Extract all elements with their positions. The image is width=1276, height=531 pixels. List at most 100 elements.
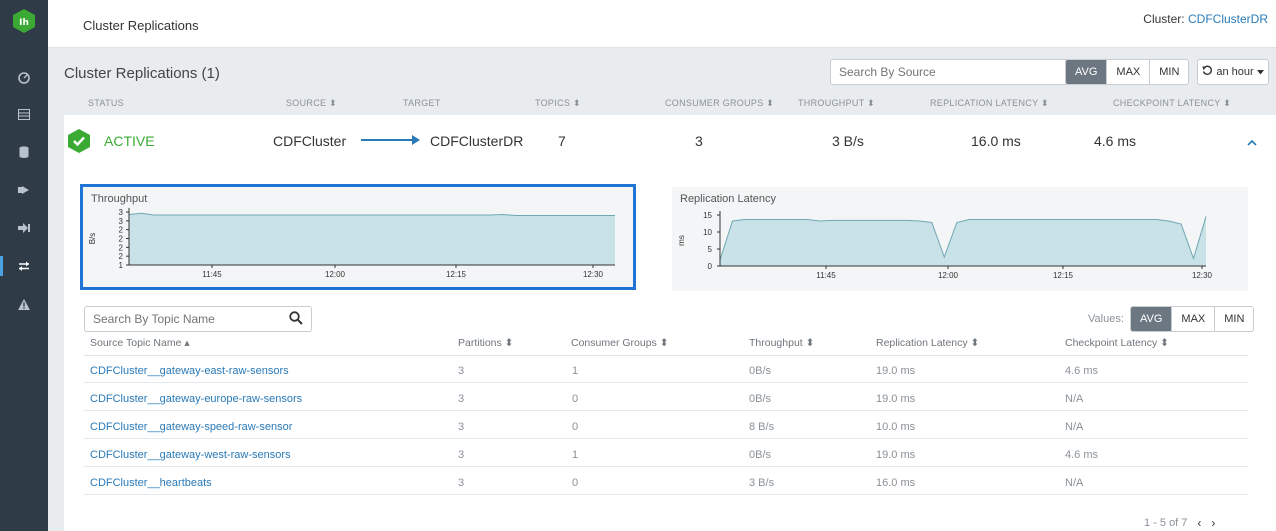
replication-latency-cell: 16.0 ms <box>876 477 916 489</box>
topic-link[interactable]: CDFCluster__heartbeats <box>90 477 212 489</box>
brokers-icon[interactable] <box>12 104 36 124</box>
cluster-label: Cluster: <box>1143 12 1188 26</box>
th-replication-latency[interactable]: Replication Latency ⬍ <box>876 337 979 349</box>
y-tick-label: 10 <box>703 228 712 237</box>
active-nav-marker <box>0 256 3 276</box>
topic-link[interactable]: CDFCluster__gateway-east-raw-sensors <box>90 365 289 377</box>
col-checkpoint-latency[interactable]: CHECKPOINT LATENCY ⬍ <box>1113 98 1231 109</box>
partitions-cell: 3 <box>458 365 465 377</box>
replication-details: Throughput 1 2 2 2 2 3 3 B/s 11:45 12:00 12:15 12:3… <box>64 169 1276 531</box>
values-avg-button[interactable]: AVG <box>1131 307 1172 331</box>
table-header-divider <box>84 355 1248 356</box>
app-logo-icon[interactable]: Ih <box>12 8 36 34</box>
arrow-right-icon <box>412 135 420 145</box>
consumer-groups-cell: 1 <box>572 449 579 461</box>
consumer-groups-cell: 0 <box>572 421 579 433</box>
search-icon[interactable] <box>289 311 303 328</box>
time-range-dropdown[interactable]: an hour <box>1197 59 1269 85</box>
replications-title: Cluster Replications (1) <box>64 65 220 82</box>
time-range-label: an hour <box>1216 66 1254 78</box>
svg-text:Ih: Ih <box>19 18 29 28</box>
mode-avg-button[interactable]: AVG <box>1066 60 1107 84</box>
col-topics[interactable]: TOPICS ⬍ <box>535 98 581 109</box>
x-tick-label: 12:00 <box>938 271 959 280</box>
th-consumer-groups[interactable]: Consumer Groups ⬍ <box>571 337 669 349</box>
sidebar: Ih <box>0 0 48 531</box>
y-tick-label: 0 <box>708 262 713 271</box>
consumer-groups-cell: 1 <box>572 365 579 377</box>
y-tick-label: 1 <box>119 261 124 270</box>
col-source[interactable]: SOURCE ⬍ <box>286 98 337 109</box>
values-label: Values: <box>1088 313 1124 325</box>
consumer-groups-cell: 0 <box>572 393 579 405</box>
replication-latency-chart[interactable]: Replication Latency 0 5 10 15 ms 11:45 12:00 12… <box>672 187 1248 291</box>
topic-link[interactable]: CDFCluster__gateway-west-raw-sensors <box>90 449 291 461</box>
topics-icon[interactable] <box>12 142 36 162</box>
prev-page-icon[interactable]: ‹ <box>1197 516 1201 530</box>
table-row: CDFCluster__gateway-west-raw-sensors 3 1… <box>84 443 1248 467</box>
throughput-chart[interactable]: Throughput 1 2 2 2 2 3 3 B/s 11:45 12:00 12:15 12:3… <box>80 184 636 290</box>
consumer-groups-cell: 0 <box>572 477 579 489</box>
producers-icon[interactable] <box>12 180 36 200</box>
series-area <box>720 216 1206 266</box>
x-tick-label: 12:30 <box>583 270 604 279</box>
target-cluster: CDFClusterDR <box>430 133 524 149</box>
checkpoint-latency-cell: N/A <box>1065 393 1084 405</box>
latency-chart-svg: 0 5 10 15 ms 11:45 12:00 12:15 12:30 <box>677 211 1213 280</box>
cluster-link[interactable]: CDFClusterDR <box>1188 12 1268 26</box>
cluster-replications-icon[interactable] <box>12 256 36 276</box>
col-status: STATUS <box>88 98 124 108</box>
col-replication-latency[interactable]: REPLICATION LATENCY ⬍ <box>930 98 1049 109</box>
th-throughput[interactable]: Throughput ⬍ <box>749 337 814 349</box>
y-tick-label: 2 <box>119 235 124 244</box>
col-target: TARGET <box>403 98 441 108</box>
th-partitions[interactable]: Partitions ⬍ <box>458 337 513 349</box>
partitions-cell: 3 <box>458 449 465 461</box>
x-tick-label: 12:00 <box>325 270 346 279</box>
mode-min-button[interactable]: MIN <box>1149 60 1188 84</box>
replication-latency-cell: 19.0 ms <box>876 449 916 461</box>
throughput-cell: 0B/s <box>749 449 772 461</box>
pagination: 1 - 5 of 7 ‹ › <box>1144 516 1215 530</box>
replication-latency-value: 16.0 ms <box>971 133 1021 149</box>
throughput-cell: 3 B/s <box>749 477 775 489</box>
table-row: CDFCluster__gateway-speed-raw-sensor 3 0… <box>84 415 1248 439</box>
dashboard-icon[interactable] <box>12 68 36 88</box>
topic-link[interactable]: CDFCluster__gateway-speed-raw-sensor <box>90 421 292 433</box>
col-throughput[interactable]: THROUGHPUT ⬍ <box>798 98 875 109</box>
checkpoint-latency-cell: 4.6 ms <box>1065 365 1099 377</box>
replication-arrow <box>361 139 413 141</box>
status-text: ACTIVE <box>104 133 155 149</box>
topic-search[interactable] <box>84 306 312 332</box>
partitions-cell: 3 <box>458 393 465 405</box>
mode-max-button[interactable]: MAX <box>1106 60 1149 84</box>
topics-count: 7 <box>558 133 566 149</box>
y-axis-label: ms <box>677 235 686 246</box>
series-line <box>128 212 615 216</box>
partitions-cell: 3 <box>458 477 465 489</box>
y-tick-label: 3 <box>119 208 124 217</box>
y-tick-label: 2 <box>119 226 124 235</box>
topic-search-input[interactable] <box>85 307 275 331</box>
consumers-icon[interactable] <box>12 218 36 238</box>
top-bar: Cluster Replications Cluster: CDFCluster… <box>48 0 1276 48</box>
y-tick-label: 2 <box>119 252 124 261</box>
th-checkpoint-latency[interactable]: Checkpoint Latency ⬍ <box>1065 337 1169 349</box>
collapse-caret-icon[interactable] <box>1247 135 1257 149</box>
source-cluster: CDFCluster <box>273 133 347 149</box>
y-axis-label: B/s <box>88 233 97 245</box>
source-search-input[interactable] <box>831 60 1071 84</box>
values-min-button[interactable]: MIN <box>1214 307 1253 331</box>
replication-row[interactable]: ACTIVE CDFCluster CDFClusterDR 7 3 3 B/s… <box>64 115 1276 169</box>
values-max-button[interactable]: MAX <box>1171 307 1214 331</box>
checkpoint-latency-cell: N/A <box>1065 477 1084 489</box>
next-page-icon[interactable]: › <box>1211 516 1215 530</box>
current-cluster: Cluster: CDFClusterDR <box>1143 12 1268 26</box>
topic-link[interactable]: CDFCluster__gateway-europe-raw-sensors <box>90 393 302 405</box>
x-tick-label: 11:45 <box>816 271 836 280</box>
caret-down-icon <box>1256 66 1264 78</box>
col-consumer-groups[interactable]: CONSUMER GROUPS ⬍ <box>665 98 774 109</box>
alerts-icon[interactable] <box>12 294 36 314</box>
th-source-topic[interactable]: Source Topic Name ▴ <box>90 337 190 349</box>
throughput-cell: 0B/s <box>749 393 772 405</box>
